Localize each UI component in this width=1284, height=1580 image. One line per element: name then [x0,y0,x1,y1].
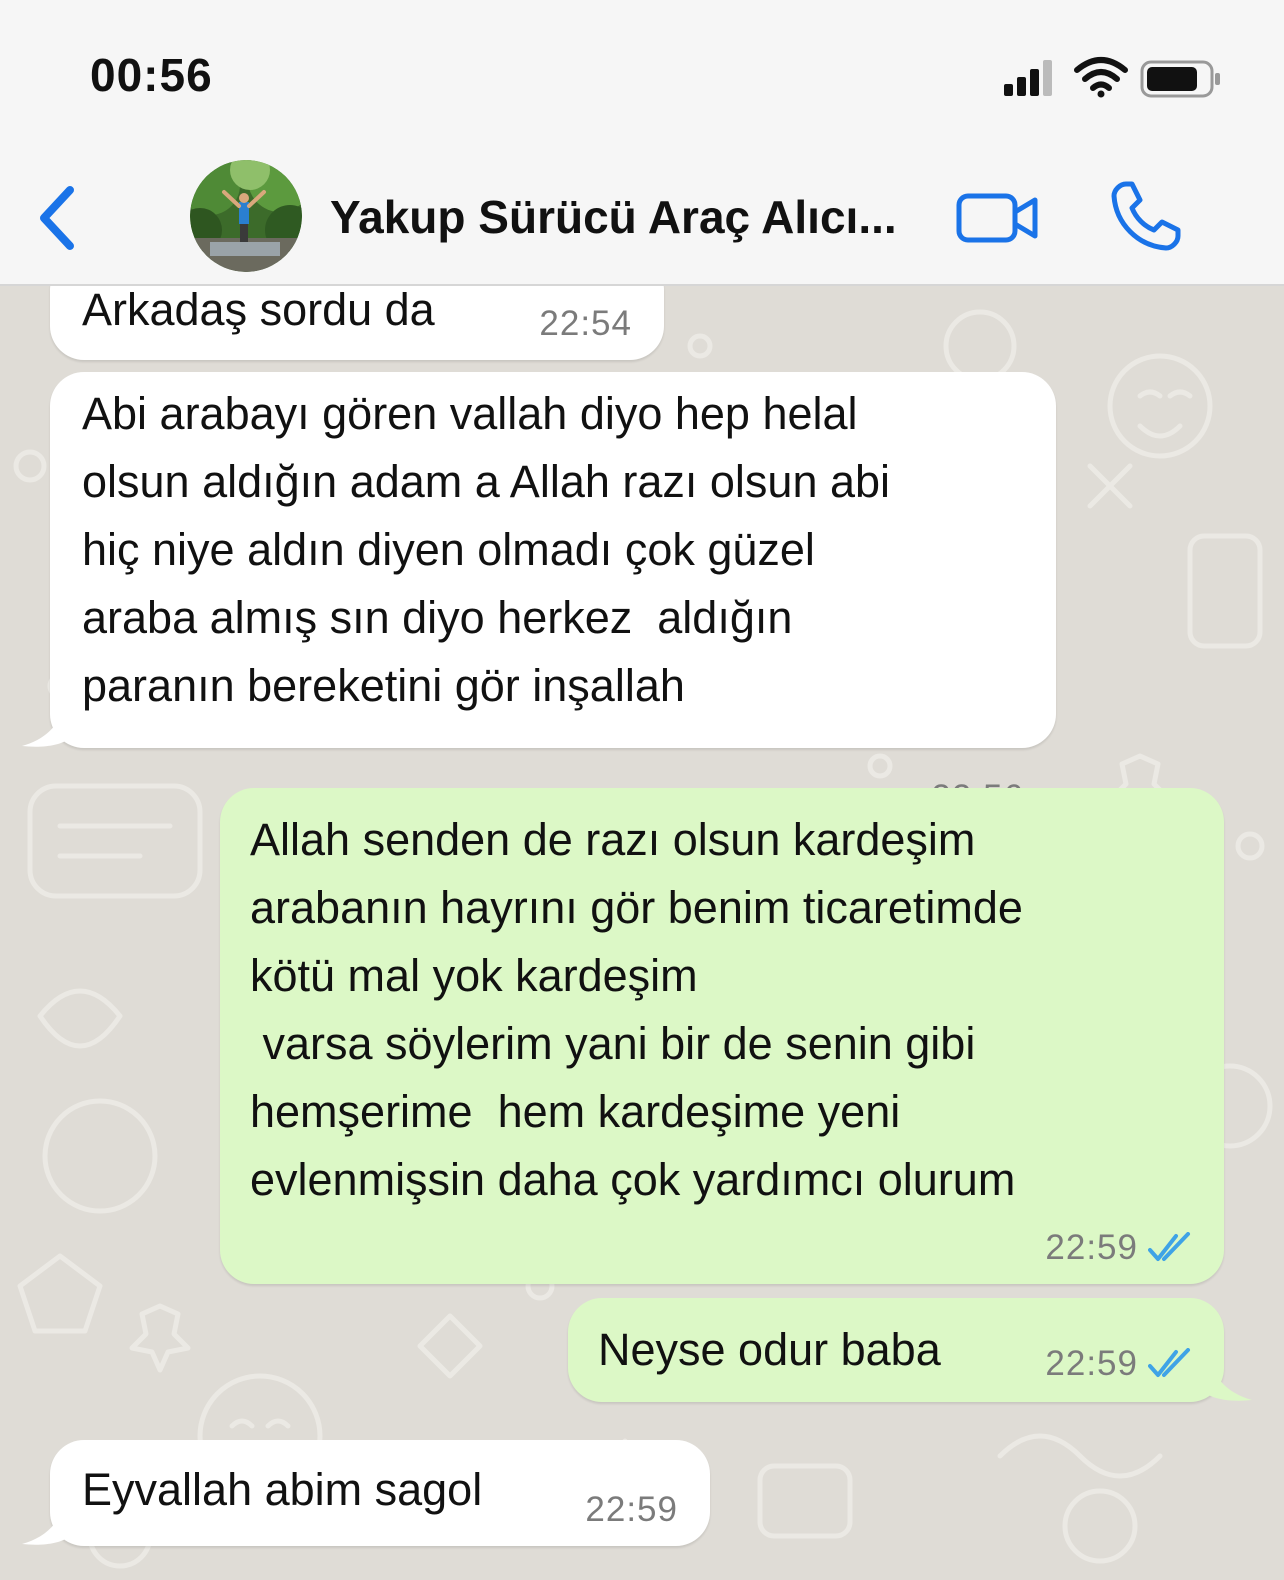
message-text: Neyse odur baba [598,1324,941,1375]
chat-area[interactable]: Arkadaş sordu da 22:54 Abi arabayı gören… [0,286,1284,1580]
battery-icon [1140,60,1220,98]
phone-icon [1111,181,1181,251]
message-text: Arkadaş sordu da [82,286,435,335]
wifi-icon [1074,57,1128,98]
cellular-signal-icon [1004,60,1054,96]
message-time: 22:54 [539,304,632,343]
chevron-left-icon [40,186,74,250]
bubble-tail [22,1500,70,1545]
chat-header: Yakup Sürücü Araç Alıcı... [0,150,1284,286]
bubble-tail [1204,1356,1252,1401]
back-button[interactable] [30,180,90,256]
message-time: 22:59 [1045,1228,1138,1267]
message-bubble-outgoing[interactable]: Allah senden de razı olsun kardeşim arab… [220,788,1224,1284]
voice-call-button[interactable] [1108,178,1184,254]
message-text: Eyvallah abim sagol [82,1464,483,1515]
message-bubble-outgoing[interactable]: Neyse odur baba 22:59 [568,1298,1252,1402]
video-call-button[interactable] [955,188,1041,248]
avatar[interactable] [190,160,302,272]
read-receipt-icon [1148,1348,1190,1377]
status-bar: 00:56 [0,0,1284,150]
message-bubble-incoming[interactable]: Abi arabayı gören vallah diyo hep helal … [22,372,1056,817]
video-camera-icon [956,193,1038,243]
message-text: Abi arabayı gören vallah diyo hep helal … [82,388,891,711]
message-bubble-incoming[interactable]: Arkadaş sordu da 22:54 [50,286,664,360]
message-text: Allah senden de razı olsun kardeşim arab… [250,814,1023,1205]
message-bubble-incoming[interactable]: Eyvallah abim sagol 22:59 [22,1440,710,1546]
contact-name[interactable]: Yakup Sürücü Araç Alıcı... [330,190,930,244]
status-time: 00:56 [90,49,213,101]
message-time: 22:59 [1045,1344,1138,1383]
read-receipt-icon [1148,1232,1190,1261]
message-time: 22:59 [585,1490,678,1529]
bubble-tail [22,702,70,747]
